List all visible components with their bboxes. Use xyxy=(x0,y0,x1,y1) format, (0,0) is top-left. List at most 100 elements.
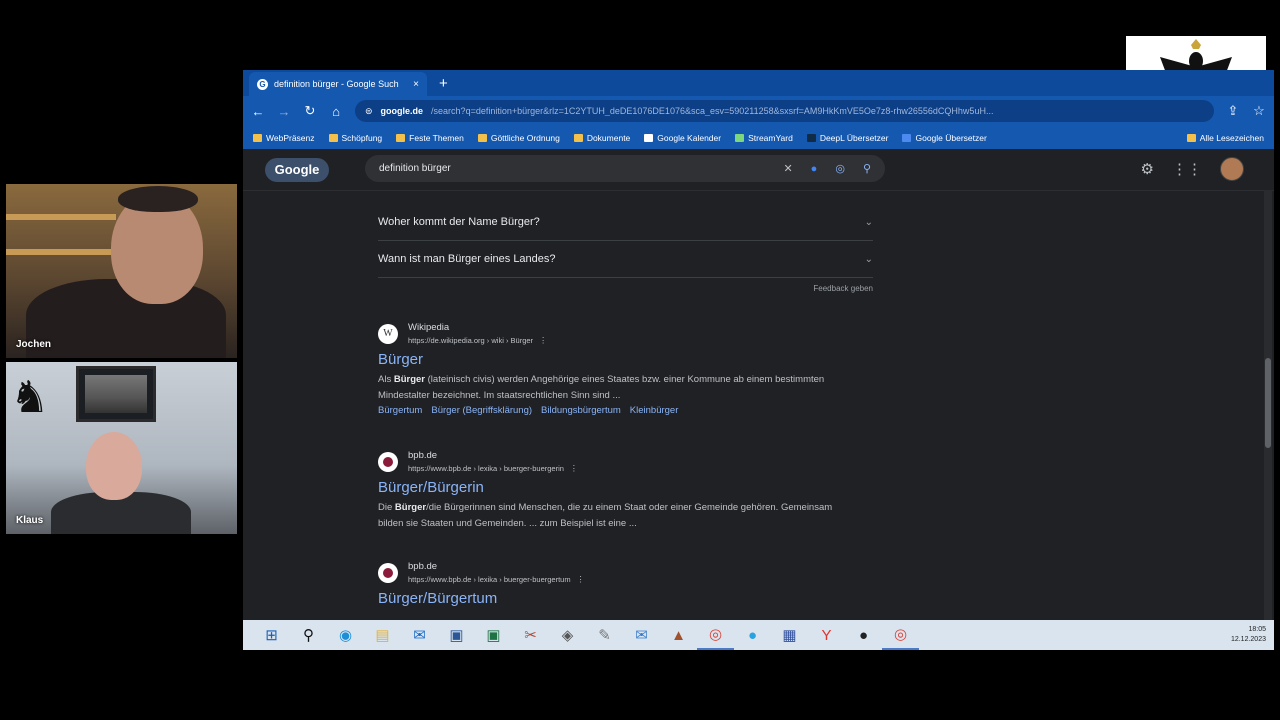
search-result: bpb.de https://www.bpb.de › lexika › bue… xyxy=(378,450,848,532)
video-tile-klaus[interactable]: ♞ Klaus xyxy=(6,362,237,534)
chrome-icon[interactable]: ◎ xyxy=(882,620,919,650)
bookmark-item[interactable]: DeepL Übersetzer xyxy=(806,133,888,143)
new-tab-button[interactable]: + xyxy=(439,75,448,92)
bookmark-item[interactable]: Göttliche Ordnung xyxy=(477,132,560,143)
app-icon[interactable]: ✎ xyxy=(586,620,623,650)
lens-icon[interactable]: ◎ xyxy=(835,162,845,175)
faq-item[interactable]: Wann ist man Bürger eines Landes? ⌄ xyxy=(378,241,873,278)
reload-icon[interactable]: ↻ xyxy=(303,103,317,119)
excel-icon[interactable]: ▣ xyxy=(475,620,512,650)
faq-item[interactable]: Woher kommt der Name Bürger? ⌄ xyxy=(378,204,873,241)
chevron-down-icon: ⌄ xyxy=(864,253,873,265)
bpb-icon xyxy=(378,562,398,583)
forward-arrow-icon[interactable]: → xyxy=(277,104,291,119)
edge-icon[interactable]: ◉ xyxy=(327,620,364,650)
search-result: bpb.de https://www.bpb.de › lexika › bue… xyxy=(378,561,848,607)
scrollbar[interactable] xyxy=(1264,190,1272,620)
faq-question: Wann ist man Bürger eines Landes? xyxy=(378,253,556,265)
bookmark-star-icon[interactable]: ☆ xyxy=(1252,103,1266,119)
bookmark-item[interactable]: Google Übersetzer xyxy=(902,133,987,143)
share-icon[interactable]: ⇪ xyxy=(1226,103,1240,119)
search-result: W Wikipedia https://de.wikipedia.org › w… xyxy=(378,322,848,416)
word-icon[interactable]: ▣ xyxy=(438,620,475,650)
bookmark-label: Göttliche Ordnung xyxy=(490,132,560,143)
chrome-icon[interactable]: ◎ xyxy=(697,620,734,650)
bookmark-item[interactable]: StreamYard xyxy=(735,133,793,143)
back-arrow-icon[interactable]: ← xyxy=(251,104,265,119)
tab-google-search[interactable]: G definition bürger - Google Such × xyxy=(249,72,427,96)
app-icon[interactable]: ▲ xyxy=(660,620,697,650)
bookmark-label: Feste Themen xyxy=(409,132,464,143)
video-tile-jochen[interactable]: Jochen xyxy=(6,184,237,358)
result-title-link[interactable]: Bürger xyxy=(378,351,848,368)
result-title-link[interactable]: Bürger/Bürgertum xyxy=(378,590,848,607)
bookmark-item[interactable]: Google Kalender xyxy=(644,133,721,143)
bookmark-item[interactable]: Feste Themen xyxy=(396,133,464,143)
feedback-link[interactable]: Feedback geben xyxy=(378,284,873,293)
screen: Jochen ♞ Klaus G definition bürger - Goo… xyxy=(0,0,1280,720)
folder-icon xyxy=(1186,133,1196,142)
clock-time: 18:05 xyxy=(1248,626,1266,633)
more-options-icon[interactable]: ⋮ xyxy=(577,575,585,584)
site-info-icon[interactable]: ⊜ xyxy=(365,106,373,117)
bookmark-item[interactable]: WebPräsenz xyxy=(253,133,315,143)
taskbar: ⊞ ⚲ ◉ ▤ ✉ ▣ ▣ ✂ ◈ ✎ ✉ ▲ ◎ ● ▦ Y ● ◎ 18:0… xyxy=(243,620,1274,650)
mail-icon[interactable]: ✉ xyxy=(623,620,660,650)
home-icon[interactable]: ⌂ xyxy=(329,104,343,119)
microphone-icon[interactable]: ● xyxy=(811,163,818,175)
eagle-flag-icon: ♞ xyxy=(10,373,50,422)
file-explorer-icon[interactable]: ▤ xyxy=(364,620,401,650)
sitelink[interactable]: Bürger (Begriffsklärung) xyxy=(431,405,532,416)
folder-icon xyxy=(328,133,338,142)
participant-name: Klaus xyxy=(16,515,44,526)
apps-grid-icon[interactable]: ⋮⋮ xyxy=(1172,160,1202,178)
app-icon[interactable]: ◈ xyxy=(549,620,586,650)
more-options-icon[interactable]: ⋮ xyxy=(539,336,547,345)
bookmark-item[interactable]: Dokumente xyxy=(573,132,631,143)
url-host: google.de xyxy=(380,106,424,116)
bookshelf xyxy=(6,249,116,255)
result-url: https://de.wikipedia.org › wiki › Bürger xyxy=(408,336,534,345)
settings-gear-icon[interactable]: ⚙ xyxy=(1141,160,1154,178)
bookmark-label: Alle Lesezeichen xyxy=(1199,132,1264,143)
app-icon[interactable]: ● xyxy=(734,620,771,650)
clock-date: 12.12.2023 xyxy=(1230,636,1266,643)
deepl-icon xyxy=(806,133,816,142)
tab-close-icon[interactable]: × xyxy=(413,79,419,90)
calendar-icon xyxy=(644,133,654,142)
app-icon[interactable]: ▦ xyxy=(771,620,808,650)
bookmark-item[interactable]: Schöpfung xyxy=(328,133,382,143)
system-clock[interactable]: 18:05 12.12.2023 xyxy=(1231,625,1266,645)
sitelink[interactable]: Bildungsbürgertum xyxy=(541,405,621,416)
search-icon[interactable]: ⚲ xyxy=(290,620,327,650)
result-snippet: Die Bürger/die Bürgerinnen sind Menschen… xyxy=(378,502,833,529)
result-url: https://www.bpb.de › lexika › buerger-bu… xyxy=(408,464,564,473)
result-title-link[interactable]: Bürger/Bürgerin xyxy=(378,479,848,496)
search-icon[interactable]: ⚲ xyxy=(863,162,871,175)
participant-name: Jochen xyxy=(16,339,52,350)
result-source: bpb.de xyxy=(408,561,438,572)
translate-icon xyxy=(902,133,912,142)
result-snippet: Als Bürger (lateinisch civis) werden Ang… xyxy=(378,374,825,401)
clear-icon[interactable]: ✕ xyxy=(783,162,792,175)
app-icon[interactable]: ✂ xyxy=(512,620,549,650)
bookmark-label: Dokumente xyxy=(586,132,631,143)
more-options-icon[interactable]: ⋮ xyxy=(570,464,578,473)
streamyard-icon xyxy=(735,133,745,142)
avatar[interactable] xyxy=(1220,157,1244,181)
app-icon[interactable]: ● xyxy=(845,620,882,650)
browser-window: G definition bürger - Google Such × + ← … xyxy=(243,70,1274,620)
address-bar[interactable]: ⊜ google.de /search?q=definition+bürger&… xyxy=(355,100,1214,122)
yandex-icon[interactable]: Y xyxy=(808,620,845,650)
sitelink[interactable]: Kleinbürger xyxy=(630,405,679,416)
sitelink[interactable]: Bürgertum xyxy=(378,405,422,416)
search-input[interactable]: definition bürger ✕ ● ◎ ⚲ xyxy=(365,155,885,182)
windows-start-icon[interactable]: ⊞ xyxy=(253,620,290,650)
all-bookmarks[interactable]: Alle Lesezeichen xyxy=(1186,132,1264,143)
bpb-icon xyxy=(378,451,398,472)
person-hair xyxy=(118,186,198,212)
bookmark-label: Google Kalender xyxy=(657,132,722,143)
outlook-icon[interactable]: ✉ xyxy=(401,620,438,650)
scrollbar-thumb[interactable] xyxy=(1265,358,1271,448)
google-logo[interactable]: Google xyxy=(265,157,329,182)
